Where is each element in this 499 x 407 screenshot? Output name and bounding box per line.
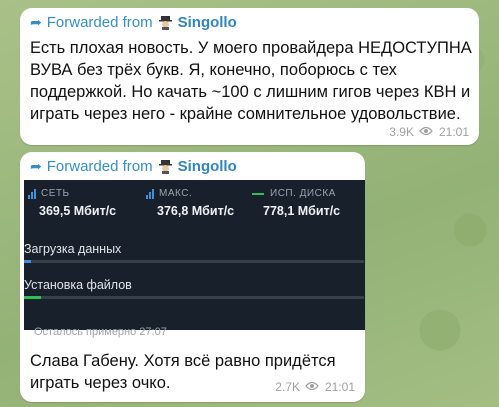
forwarded-channel-name[interactable]: Singollo xyxy=(178,14,237,31)
progress-label-install: Установка файлов xyxy=(24,278,132,292)
progress-bar-install xyxy=(24,296,364,299)
eye-icon xyxy=(419,125,433,139)
view-count: 3.9K xyxy=(389,125,414,139)
eye-icon xyxy=(305,380,319,394)
stat-max: МАКС. 376,8 Мбит/с xyxy=(146,188,234,218)
forwarded-header[interactable]: ➦ Forwarded from Singollo xyxy=(30,14,237,31)
forwarded-prefix: Forwarded from xyxy=(46,158,153,175)
avatar xyxy=(158,15,173,30)
stat-value: 778,1 Мбит/с xyxy=(263,204,341,218)
forwarded-channel-name[interactable]: Singollo xyxy=(178,158,237,175)
remaining-time: Осталось примерно 27:07 xyxy=(34,326,167,338)
message-bubble[interactable]: ➦ Forwarded from Singollo СЕТЬ 369,5 Мби… xyxy=(20,152,365,402)
stat-label: ИСП. ДИСКА xyxy=(270,188,336,199)
progress-bar-download xyxy=(24,260,364,263)
progress-fill xyxy=(24,260,31,263)
green-line-icon xyxy=(252,192,264,195)
view-count: 2.7K xyxy=(275,380,300,394)
avatar xyxy=(158,159,173,174)
stat-label: МАКС. xyxy=(159,188,193,199)
message-bubble[interactable]: ➦ Forwarded from Singollo Есть плохая но… xyxy=(20,8,479,145)
stat-value: 376,8 Мбит/с xyxy=(157,204,235,218)
bar-chart-icon xyxy=(28,188,36,199)
progress-fill xyxy=(24,296,41,299)
stat-network: СЕТЬ 369,5 Мбит/с xyxy=(28,188,116,218)
stat-label: СЕТЬ xyxy=(41,188,70,199)
forwarded-header[interactable]: ➦ Forwarded from Singollo xyxy=(30,158,237,175)
message-time: 21:01 xyxy=(324,380,355,394)
message-meta: 3.9K 21:01 xyxy=(389,125,469,139)
bar-chart-icon xyxy=(146,188,154,199)
message-time: 21:01 xyxy=(438,125,469,139)
forward-arrow-icon: ➦ xyxy=(30,14,42,30)
stat-value: 369,5 Мбит/с xyxy=(39,204,117,218)
download-screenshot[interactable]: СЕТЬ 369,5 Мбит/с МАКС. 376,8 Мбит/с ИСП… xyxy=(24,180,365,330)
message-text: Есть плохая новость. У моего провайдера … xyxy=(30,39,472,123)
progress-label-download: Загрузка данных xyxy=(24,242,122,256)
stat-disk-usage: ИСП. ДИСКА 778,1 Мбит/с xyxy=(252,188,340,218)
forward-arrow-icon: ➦ xyxy=(30,158,42,174)
message-meta: 2.7K 21:01 xyxy=(275,380,355,394)
forwarded-prefix: Forwarded from xyxy=(46,14,153,31)
